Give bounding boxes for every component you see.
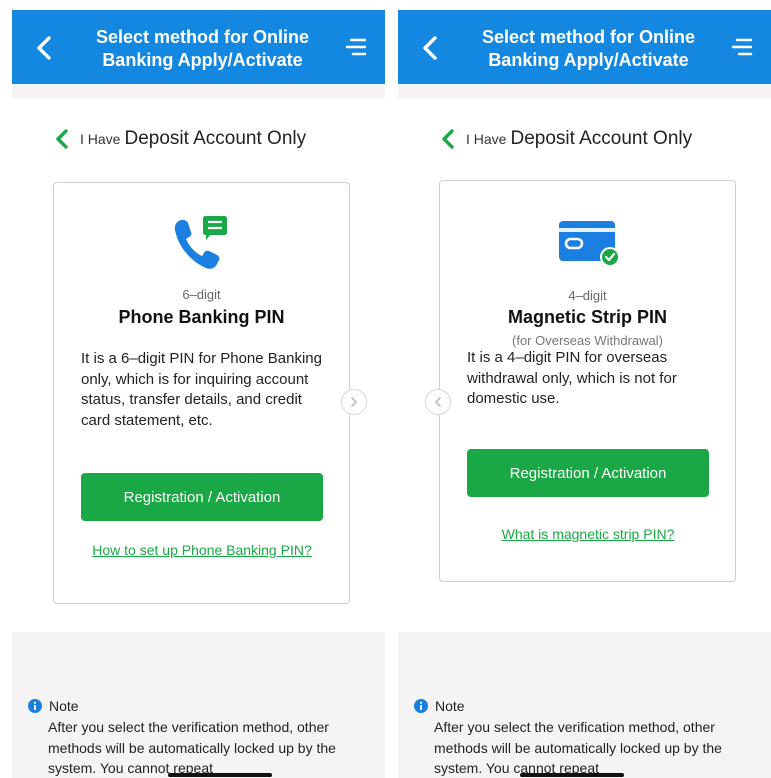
method-card-phone-banking: 6–digit Phone Banking PIN It is a 6–digi… bbox=[53, 182, 350, 604]
header-spacer bbox=[398, 84, 771, 98]
chevron-left-icon bbox=[435, 397, 441, 407]
home-indicator bbox=[168, 773, 272, 777]
setup-phone-banking-pin-link[interactable]: How to set up Phone Banking PIN? bbox=[82, 540, 322, 561]
home-indicator bbox=[520, 773, 624, 777]
menu-icon[interactable] bbox=[343, 34, 369, 60]
pin-subtitle: (for Overseas Withdrawal) bbox=[512, 333, 663, 348]
chevron-left-icon bbox=[442, 129, 454, 149]
page-title: Select method for Online Banking Apply/A… bbox=[95, 27, 310, 70]
info-icon bbox=[28, 699, 42, 713]
chevron-right-icon bbox=[351, 397, 357, 407]
previous-card-button[interactable] bbox=[425, 389, 451, 415]
note-text: After you select the verification method… bbox=[434, 719, 722, 776]
note-text: After you select the verification method… bbox=[48, 719, 336, 776]
section-title: Deposit Account Only bbox=[124, 128, 307, 149]
note-heading: Note bbox=[28, 698, 79, 714]
pin-digits: 6–digit bbox=[182, 287, 221, 302]
app-header: Select method for Online Banking Apply/A… bbox=[12, 10, 385, 84]
back-arrow-icon[interactable] bbox=[32, 34, 56, 62]
registration-activation-button[interactable]: Registration / Activation bbox=[467, 449, 709, 497]
pin-name: Phone Banking PIN bbox=[118, 307, 285, 327]
pin-name: Magnetic Strip PIN bbox=[507, 307, 668, 327]
app-header: Select method for Online Banking Apply/A… bbox=[398, 10, 771, 84]
section-back-link[interactable]: I Have Deposit Account Only bbox=[440, 126, 692, 152]
section-prefix: I Have bbox=[80, 131, 121, 147]
back-arrow-icon[interactable] bbox=[418, 34, 442, 62]
card-check-icon bbox=[558, 221, 620, 267]
pin-description: It is a 6–digit PIN for Phone Banking on… bbox=[81, 350, 322, 429]
panel-magnetic-strip: Select method for Online Banking Apply/A… bbox=[398, 0, 771, 778]
phone-chat-icon bbox=[174, 216, 227, 269]
what-is-magnetic-strip-pin-link[interactable]: What is magnetic strip PIN? bbox=[468, 524, 708, 545]
info-icon bbox=[414, 699, 428, 713]
section-back-link[interactable]: I Have Deposit Account Only bbox=[54, 126, 306, 152]
section-prefix: I Have bbox=[466, 131, 507, 147]
pin-digits: 4–digit bbox=[568, 288, 607, 303]
header-spacer bbox=[12, 84, 385, 98]
pin-description: It is a 4–digit PIN for overseas withdra… bbox=[467, 349, 677, 407]
section-title: Deposit Account Only bbox=[510, 128, 693, 149]
panel-phone-banking: Select method for Online Banking Apply/A… bbox=[12, 0, 385, 778]
chevron-left-icon bbox=[56, 129, 68, 149]
method-card-magnetic-strip: 4–digit Magnetic Strip PIN (for Overseas… bbox=[439, 180, 736, 582]
next-card-button[interactable] bbox=[341, 389, 367, 415]
page-title: Select method for Online Banking Apply/A… bbox=[481, 27, 696, 70]
registration-activation-button[interactable]: Registration / Activation bbox=[81, 473, 323, 521]
note-heading: Note bbox=[414, 698, 465, 714]
menu-icon[interactable] bbox=[729, 34, 755, 60]
